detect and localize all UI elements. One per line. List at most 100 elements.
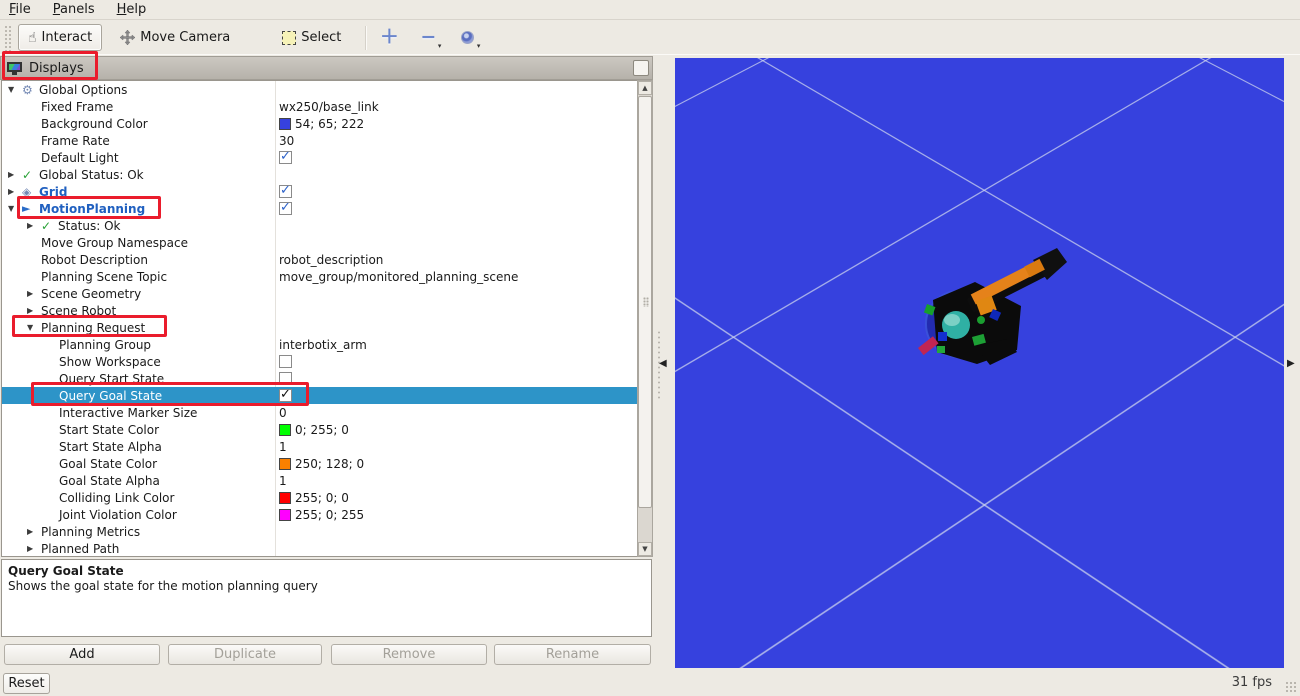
tree-row-default-light[interactable]: Default Light [2, 149, 638, 166]
robot-model[interactable] [675, 58, 1284, 668]
tree-row-label: Joint Violation Color [59, 508, 177, 522]
scroll-up-button[interactable]: ▲ [638, 81, 652, 95]
tree-row-value[interactable] [279, 387, 292, 404]
tree-row-label: Status: Ok [58, 219, 121, 233]
tree-row-status-ok[interactable]: ▶✓Status: Ok [2, 217, 638, 234]
tree-scrollbar[interactable]: ▲ ▼ [637, 80, 653, 557]
tree-row-planning-scene-topic[interactable]: Planning Scene Topicmove_group/monitored… [2, 268, 638, 285]
tree-row-grid[interactable]: ▶◈Grid [2, 183, 638, 200]
tree-row-joint-violation-color[interactable]: Joint Violation Color 255; 0; 255 [2, 506, 638, 523]
tree-expander-icon[interactable]: ▶ [27, 289, 41, 298]
tree-row-label: Planning Group [59, 338, 151, 352]
tree-row-scene-geometry[interactable]: ▶Scene Geometry [2, 285, 638, 302]
tree-row-global-status-ok[interactable]: ▶✓Global Status: Ok [2, 166, 638, 183]
tree-row-value[interactable] [279, 200, 292, 217]
tree-row-start-state-color[interactable]: Start State Color0; 255; 0 [2, 421, 638, 438]
tree-row-robot-description[interactable]: Robot Description robot_description [2, 251, 638, 268]
tree-row-value[interactable]: 0; 255; 0 [279, 421, 349, 438]
tree-row-value[interactable]: interbotix_arm [279, 336, 367, 353]
collapse-left-arrow[interactable]: ◀ [659, 349, 673, 377]
toolbar-drag-handle[interactable] [4, 25, 12, 51]
tree-expander-icon[interactable]: ▶ [27, 527, 41, 536]
tree-row-value[interactable] [279, 183, 292, 200]
tree-expander-icon[interactable]: ▶ [8, 187, 22, 196]
menu-help[interactable]: Help [117, 2, 147, 17]
tree-expander-icon[interactable]: ▶ [27, 306, 41, 315]
collapse-right-arrow[interactable]: ▶ [1287, 349, 1299, 377]
menu-file[interactable]: File [9, 2, 31, 17]
tree-row-label: Goal State Alpha [59, 474, 160, 488]
add-display-button[interactable]: Add [4, 644, 160, 665]
tree-expander-icon[interactable]: ▶ [8, 170, 22, 179]
tree-expander-icon[interactable]: ▶ [27, 544, 41, 553]
tree-row-value[interactable]: 54; 65; 222 [279, 115, 364, 132]
tree-row-move-group-namespace[interactable]: Move Group Namespace [2, 234, 638, 251]
hand-pointer-icon: ☝ [28, 31, 37, 45]
tree-row-show-workspace[interactable]: Show Workspace [2, 353, 638, 370]
tree-row-goal-state-alpha[interactable]: Goal State Alpha 1 [2, 472, 638, 489]
description-title: Query Goal State [8, 564, 645, 579]
tree-row-value[interactable] [279, 370, 292, 387]
tree-row-scene-robot[interactable]: ▶Scene Robot [2, 302, 638, 319]
tree-row-value[interactable]: 30 [279, 132, 294, 149]
tree-row-motionplanning[interactable]: ▼►MotionPlanning [2, 200, 638, 217]
tree-row-value[interactable]: wx250/base_link [279, 98, 379, 115]
checkbox-unchecked[interactable] [279, 372, 292, 385]
panel-float-button[interactable] [633, 60, 649, 76]
window-resize-grip[interactable] [1285, 681, 1298, 694]
displays-panel-titlebar[interactable]: Displays [0, 56, 653, 80]
value-text: 255; 0; 0 [295, 491, 349, 505]
displays-tree: ▼⚙Global OptionsFixed Framewx250/base_li… [1, 80, 652, 557]
interact-tool-button[interactable]: ☝ Interact [18, 24, 102, 51]
menu-bar: File Panels Help [0, 0, 1300, 20]
tree-row-goal-state-color[interactable]: Goal State Color250; 128; 0 [2, 455, 638, 472]
tool-properties-button[interactable]: ▾ [452, 24, 482, 51]
tree-row-value[interactable]: 0 [279, 404, 287, 421]
add-tool-button[interactable]: ＋ [374, 24, 404, 51]
remove-tool-button[interactable]: − ▾ [413, 24, 443, 51]
menu-panels[interactable]: Panels [53, 2, 95, 17]
tree-row-value[interactable]: 1 [279, 438, 287, 455]
checkbox-checked[interactable] [279, 185, 292, 198]
tree-row-background-color[interactable]: Background Color54; 65; 222 [2, 115, 638, 132]
tree-row-value[interactable] [279, 353, 292, 370]
render-viewport[interactable] [675, 58, 1284, 668]
motion-icon: ► [22, 203, 39, 214]
reset-button[interactable]: Reset [3, 673, 50, 694]
select-tool-button[interactable]: Select [272, 24, 351, 51]
tree-row-frame-rate[interactable]: Frame Rate30 [2, 132, 638, 149]
checkbox-unchecked[interactable] [279, 355, 292, 368]
tree-row-start-state-alpha[interactable]: Start State Alpha1 [2, 438, 638, 455]
checkbox-checked[interactable] [279, 151, 292, 164]
tree-row-planned-path[interactable]: ▶Planned Path [2, 540, 638, 557]
tree-row-planning-metrics[interactable]: ▶Planning Metrics [2, 523, 638, 540]
camera-focus-icon [461, 31, 474, 44]
tree-row-value[interactable]: 255; 0; 255 [279, 506, 364, 523]
scrollbar-thumb[interactable] [638, 96, 652, 508]
tree-row-query-goal-state[interactable]: Query Goal State [2, 387, 638, 404]
checkbox-checked[interactable] [279, 389, 292, 402]
tree-expander-icon[interactable]: ▶ [27, 221, 41, 230]
tree-row-global-options[interactable]: ▼⚙Global Options [2, 81, 638, 98]
tree-expander-icon[interactable]: ▼ [27, 323, 41, 332]
tree-row-value[interactable]: 255; 0; 0 [279, 489, 349, 506]
tree-expander-icon[interactable]: ▼ [8, 204, 22, 213]
tree-row-colliding-link-color[interactable]: Colliding Link Color255; 0; 0 [2, 489, 638, 506]
move-camera-tool-button[interactable]: Move Camera [110, 24, 240, 51]
tree-row-interactive-marker-size[interactable]: Interactive Marker Size0 [2, 404, 638, 421]
tree-row-planning-group[interactable]: Planning Group interbotix_arm [2, 336, 638, 353]
checkbox-checked[interactable] [279, 202, 292, 215]
color-swatch [279, 492, 291, 504]
tree-row-label: Robot Description [41, 253, 148, 267]
scroll-down-button[interactable]: ▼ [638, 542, 652, 556]
tree-row-fixed-frame[interactable]: Fixed Framewx250/base_link [2, 98, 638, 115]
tree-row-planning-request[interactable]: ▼Planning Request [2, 319, 638, 336]
sphere-highlight [944, 314, 960, 326]
tree-row-value[interactable]: robot_description [279, 251, 383, 268]
tree-expander-icon[interactable]: ▼ [8, 85, 22, 94]
tree-row-value[interactable]: move_group/monitored_planning_scene [279, 268, 518, 285]
tree-row-value[interactable] [279, 149, 292, 166]
tree-row-value[interactable]: 1 [279, 472, 287, 489]
tree-row-query-start-state[interactable]: Query Start State [2, 370, 638, 387]
tree-row-value[interactable]: 250; 128; 0 [279, 455, 364, 472]
